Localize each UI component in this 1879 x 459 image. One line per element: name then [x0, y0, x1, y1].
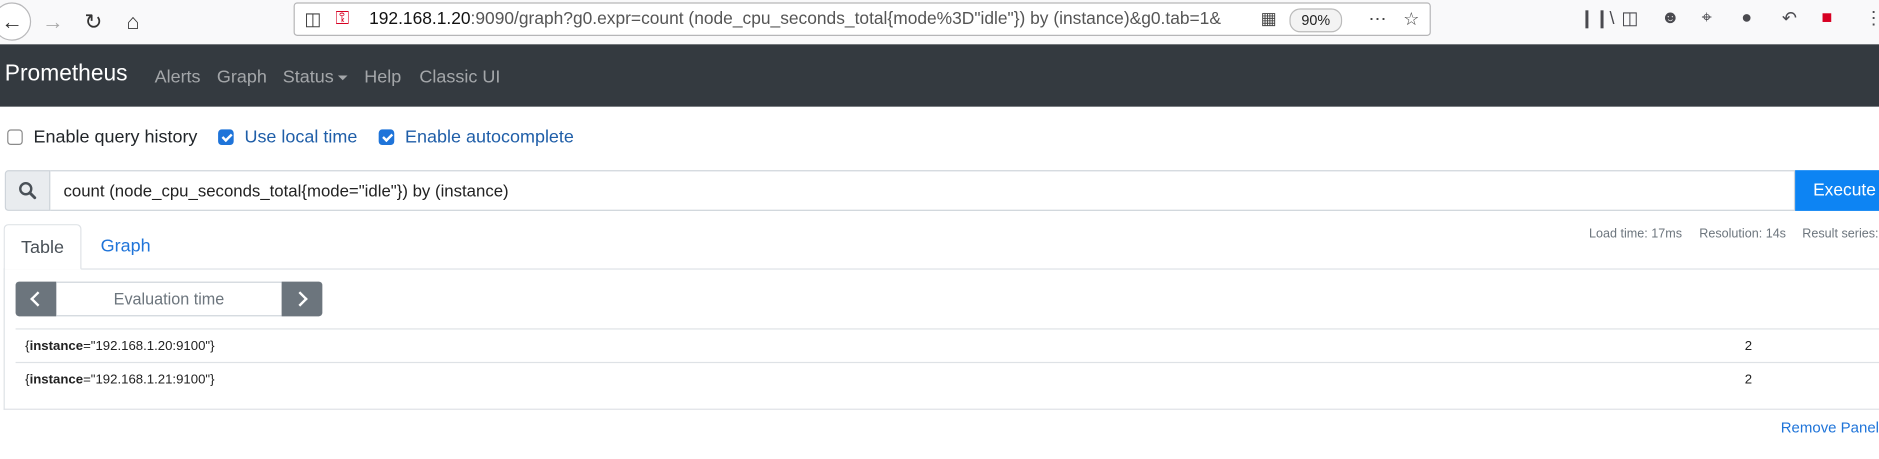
evaluation-time-picker: Evaluation time [15, 281, 323, 317]
option-autocomplete[interactable]: Enable autocomplete [378, 127, 574, 148]
tab-graph[interactable]: Graph [101, 224, 151, 270]
home-icon[interactable]: ⌂ [116, 5, 150, 39]
shield-icon[interactable]: ◫ [304, 8, 321, 30]
nav-status[interactable]: Status [283, 67, 347, 87]
crop-icon[interactable]: ⌖ [1702, 7, 1712, 27]
app-navbar: Prometheus Alerts Graph Status Help Clas… [0, 44, 1879, 107]
url-path: :9090/graph?g0.expr=count (node_cpu_seco… [470, 9, 1221, 29]
label-key: instance [29, 372, 84, 388]
reload-icon[interactable]: ↻ [77, 5, 111, 39]
menu-icon[interactable]: ⋮ [1865, 7, 1879, 28]
chevron-down-icon [337, 75, 347, 81]
extension-icon[interactable]: ■ [1821, 7, 1832, 27]
execute-button[interactable]: Execute [1795, 170, 1879, 211]
star-icon[interactable]: ☆ [1403, 8, 1419, 30]
label-key: instance [29, 339, 84, 354]
sidebar-icon[interactable]: ◫ [1621, 7, 1638, 28]
nav-alerts[interactable]: Alerts [155, 67, 201, 87]
local-time-label: Use local time [244, 127, 358, 148]
qr-icon[interactable]: ▦ [1261, 8, 1277, 28]
autocomplete-label: Enable autocomplete [405, 127, 574, 148]
panel-border-left [3, 268, 5, 410]
table-row: {instance="192.168.1.21:9100"} 2 [15, 361, 1879, 397]
series-label: {instance="192.168.1.21:9100"} [25, 373, 214, 387]
query-bar: count (node_cpu_seconds_total{mode="idle… [4, 170, 1879, 211]
account-icon[interactable]: ☻ [1661, 7, 1680, 27]
eval-next-button[interactable] [281, 281, 323, 317]
more-icon[interactable]: ⋯ [1369, 8, 1387, 30]
brand-logo[interactable]: Prometheus [5, 61, 128, 87]
result-series: Result series: [1802, 226, 1879, 241]
forward-icon[interactable]: → [36, 5, 70, 39]
url-bar[interactable]: ◫ ⚿ 192.168.1.20:9090/graph?g0.expr=coun… [293, 2, 1431, 36]
load-time: Load time: 17ms [1588, 226, 1683, 241]
chevron-right-icon [292, 291, 308, 307]
chevron-left-icon [30, 291, 46, 307]
url-text[interactable]: 192.168.1.20:9090/graph?g0.expr=count (n… [369, 10, 1256, 29]
expression-input[interactable]: count (node_cpu_seconds_total{mode="idle… [50, 170, 1796, 211]
nav-status-label: Status [282, 67, 334, 88]
nav-help[interactable]: Help [364, 67, 401, 87]
label-value: ="192.168.1.21:9100"} [83, 372, 215, 388]
label-value: ="192.168.1.20:9100"} [83, 339, 215, 354]
local-time-checkbox[interactable] [218, 129, 234, 145]
table-row: {instance="192.168.1.20:9100"} 2 [15, 328, 1879, 363]
zoom-level-badge[interactable]: 90% [1289, 8, 1343, 33]
url-host: 192.168.1.20 [369, 9, 471, 29]
autocomplete-checkbox[interactable] [378, 129, 395, 145]
chat-icon[interactable]: ● [1741, 7, 1752, 27]
option-local-time[interactable]: Use local time [218, 127, 357, 147]
evaluation-time-input[interactable]: Evaluation time [56, 281, 282, 317]
browser-toolbar: ← → ↻ ⌂ ◫ ⚿ 192.168.1.20:9090/graph?g0.e… [0, 0, 1879, 46]
series-label: {instance="192.168.1.20:9100"} [25, 339, 214, 353]
eval-prev-button[interactable] [15, 281, 57, 317]
library-icon[interactable]: ❙❙\ [1579, 7, 1614, 28]
option-query-history[interactable]: Enable query history [7, 127, 197, 147]
series-value: 2 [1744, 339, 1753, 354]
undo-icon[interactable]: ↶ [1782, 7, 1797, 28]
series-value: 2 [1744, 372, 1753, 388]
resolution: Resolution: 14s [1699, 226, 1786, 241]
panel-border-bottom [3, 408, 1879, 410]
query-history-label: Enable query history [33, 127, 198, 148]
page-root: ← → ↻ ⌂ ◫ ⚿ 192.168.1.20:9090/graph?g0.e… [0, 0, 1879, 459]
tab-table[interactable]: Table [3, 224, 82, 270]
nav-graph[interactable]: Graph [217, 67, 267, 87]
nav-classic-ui[interactable]: Classic UI [419, 67, 500, 87]
tabs-divider [3, 268, 1879, 270]
remove-panel-link[interactable]: Remove Panel [1781, 419, 1879, 436]
back-icon[interactable]: ← [0, 2, 32, 41]
insecure-lock-icon[interactable]: ⚿ [336, 8, 350, 28]
query-history-checkbox[interactable] [7, 129, 23, 145]
search-icon [4, 170, 51, 211]
